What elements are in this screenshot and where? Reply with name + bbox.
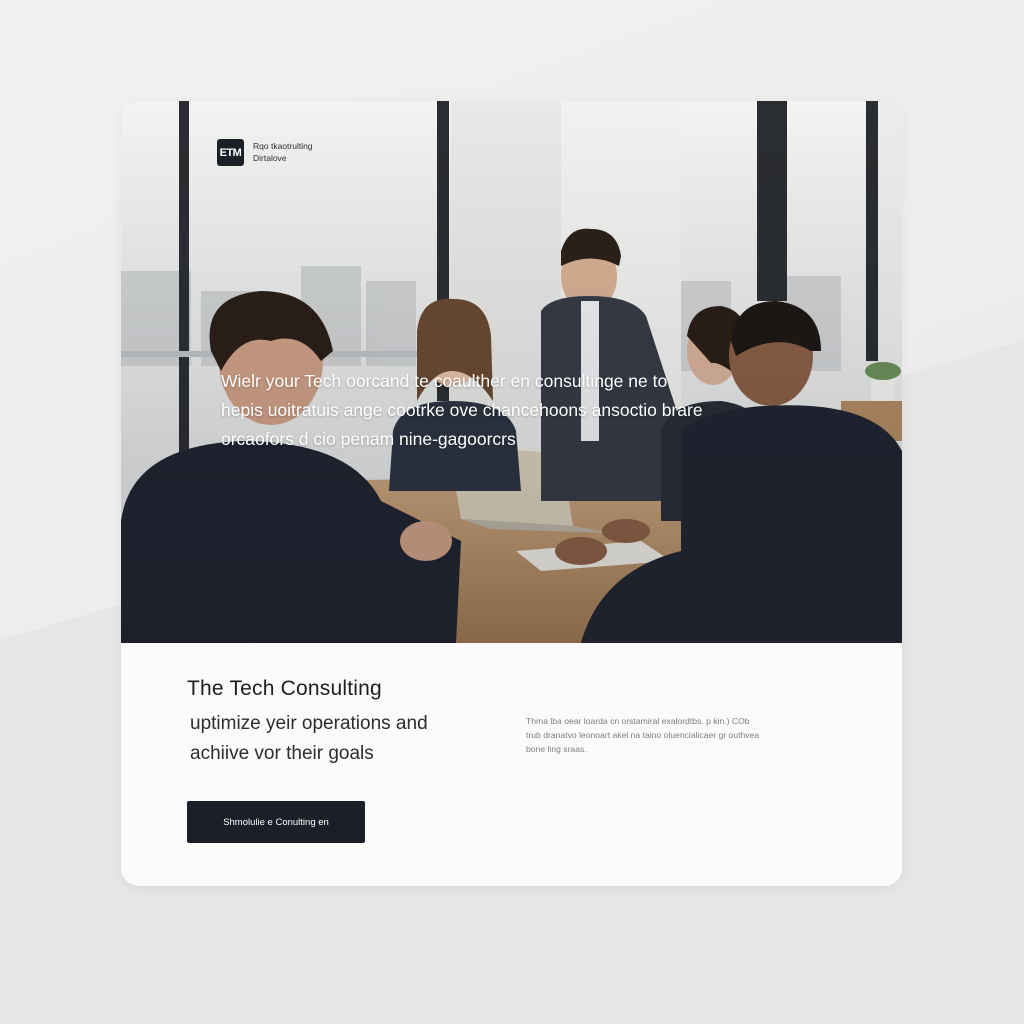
- hero-statement: Wielr your Tech oorcand te coaulther en …: [221, 367, 781, 454]
- hero-statement-line: hepis uoitratuis ange cootrke ove chance…: [221, 400, 703, 420]
- schedule-consulting-button[interactable]: Shmolulie e Conulting en: [187, 801, 365, 843]
- hero-statement-line: orcaofors d cio penam nine-gagoorcrs: [221, 429, 516, 449]
- page-title: The Tech Consulting: [187, 677, 382, 700]
- description-line: bone ling sraas.: [526, 744, 587, 754]
- description: Thma lba oear loarda cn orstamiral exalo…: [526, 714, 836, 756]
- description-line: trub dranatvo leonoart akel na taino olu…: [526, 730, 760, 740]
- logo-mark: ETM: [217, 139, 244, 166]
- hero-statement-line: Wielr your Tech oorcand te coaulther en …: [221, 371, 668, 391]
- content-section: The Tech Consulting uptimize yeir operat…: [121, 643, 902, 886]
- description-line: Thma lba oear loarda cn orstamiral exalo…: [526, 716, 750, 726]
- brand-logo[interactable]: ETM Rqo tkaotrulting Dirtalove: [217, 139, 313, 166]
- hero-card: ETM Rqo tkaotrulting Dirtalove Wielr you…: [121, 101, 902, 886]
- hero-photo: ETM Rqo tkaotrulting Dirtalove Wielr you…: [121, 101, 902, 643]
- tagline-line: uptimize yeir operations and: [190, 713, 428, 734]
- tagline: uptimize yeir operations and achiive vor…: [190, 709, 428, 769]
- brand-name-line-1: Rqo tkaotrulting: [253, 141, 313, 151]
- tagline-line: achiive vor their goals: [190, 743, 374, 764]
- brand-name: Rqo tkaotrulting Dirtalove: [253, 141, 313, 164]
- brand-name-line-2: Dirtalove: [253, 153, 287, 163]
